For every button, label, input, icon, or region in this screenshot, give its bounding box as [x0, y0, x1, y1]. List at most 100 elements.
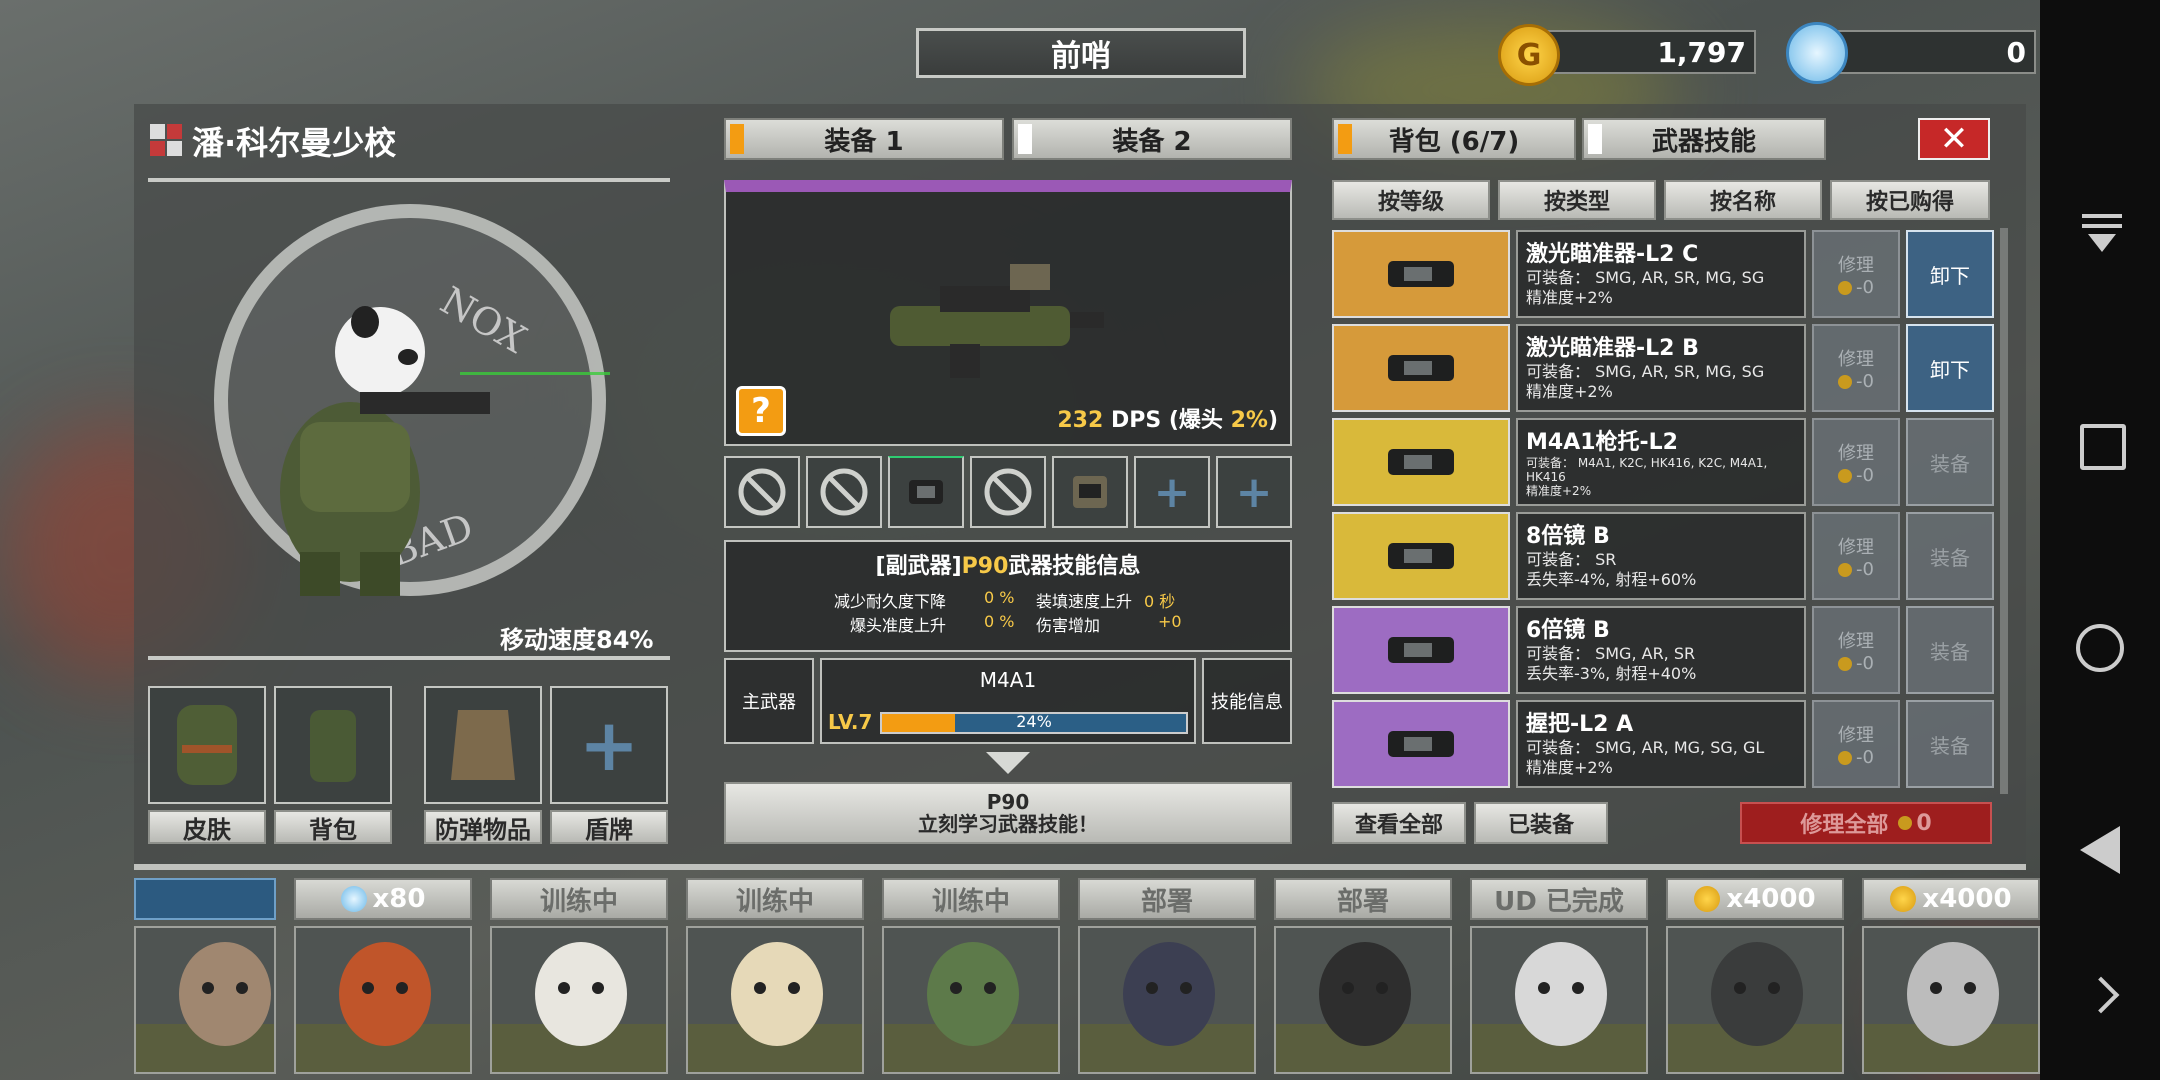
- primary-weapon-tag-text: 主武器: [742, 692, 796, 713]
- squad-member-card[interactable]: [1078, 926, 1256, 1074]
- repair-all-button[interactable]: 修理全部 0: [1740, 802, 1992, 844]
- primary-weapon-name: M4A1: [979, 668, 1037, 692]
- expand-arrow-icon[interactable]: [2082, 976, 2120, 1014]
- squad-portrait: [1080, 942, 1254, 1072]
- shield-slot[interactable]: +: [550, 686, 668, 804]
- tab-weapon-skill[interactable]: 武器技能: [1582, 118, 1826, 160]
- close-button[interactable]: ✕: [1918, 118, 1990, 160]
- backpack-slot[interactable]: [274, 686, 392, 804]
- repair-button[interactable]: 修理 -0: [1812, 606, 1900, 694]
- item-thumbnail: [1332, 324, 1510, 412]
- equip-button[interactable]: 装备: [1906, 606, 1994, 694]
- unequip-button[interactable]: 卸下: [1906, 230, 1994, 318]
- equipped-label: 已装备: [1507, 813, 1574, 838]
- item-thumbnail: [1332, 700, 1510, 788]
- item-row[interactable]: 6倍镜 B 可装备： SMG, AR, SR 丢失率-3%, 射程+40% 修理 -0 装…: [1332, 606, 1994, 694]
- unequip-button[interactable]: 卸下: [1906, 324, 1994, 412]
- squad-status-label: x80: [294, 878, 472, 920]
- squad-label-text: x80: [372, 884, 426, 914]
- item-row[interactable]: 激光瞄准器-L2 C 可装备： SMG, AR, SR, MG, SG 精准度+2%…: [1332, 230, 1994, 318]
- squad-portrait: [492, 942, 666, 1072]
- tab-loadout-2[interactable]: 装备 2: [1012, 118, 1292, 160]
- sort-by-level[interactable]: 按等级: [1332, 180, 1490, 220]
- equipped-button[interactable]: 已装备: [1474, 802, 1608, 844]
- repair-button[interactable]: 修理 -0: [1812, 700, 1900, 788]
- squad-status-label: 部署: [1274, 878, 1452, 920]
- squad-status-label: x4000: [1666, 878, 1844, 920]
- repair-label: 修理: [1838, 536, 1874, 558]
- attachment-slot-laser[interactable]: [888, 456, 964, 528]
- item-row[interactable]: 激光瞄准器-L2 B 可装备： SMG, AR, SR, MG, SG 精准度+2%…: [1332, 324, 1994, 412]
- squad-portrait: [1864, 942, 2038, 1072]
- tab-backpack[interactable]: 背包 (6/7): [1332, 118, 1576, 160]
- equip-button[interactable]: 装备: [1906, 512, 1994, 600]
- sort-by-owned[interactable]: 按已购得: [1830, 180, 1990, 220]
- gold-coin-icon: G: [1498, 24, 1560, 86]
- equip-button[interactable]: 装备: [1906, 700, 1994, 788]
- attachment-slot-sight[interactable]: [1052, 456, 1128, 528]
- attachment-slot-empty-2[interactable]: +: [1216, 456, 1292, 528]
- action-label: 装备: [1930, 545, 1970, 570]
- recent-apps-icon[interactable]: [2080, 424, 2126, 470]
- item-compat: 可装备： SMG, AR, SR, MG, SG: [1526, 362, 1765, 381]
- squad-label-text: 训练中: [931, 886, 1010, 917]
- divider-mid: [148, 656, 670, 660]
- repair-button[interactable]: 修理 -0: [1812, 230, 1900, 318]
- squad-status-label: 训练中: [490, 878, 668, 920]
- laser-sight-icon: [909, 480, 943, 504]
- tab-weapon-skill-label: 武器技能: [1651, 126, 1756, 157]
- skin-slot[interactable]: [148, 686, 266, 804]
- home-icon[interactable]: [2076, 624, 2124, 672]
- gem-amount: 0: [2006, 36, 2026, 69]
- skill-weapon-name: P90: [961, 554, 1009, 579]
- shield-label-text: 盾牌: [585, 815, 633, 844]
- squad-member-card[interactable]: [134, 926, 276, 1074]
- equip-button[interactable]: 装备: [1906, 418, 1994, 506]
- squad-member-card[interactable]: [1470, 926, 1648, 1074]
- skin-label: 皮肤: [148, 810, 266, 844]
- item-info: 6倍镜 B 可装备： SMG, AR, SR 丢失率-3%, 射程+40%: [1516, 606, 1806, 694]
- attachment-icon: [1388, 355, 1454, 381]
- squad-member-card[interactable]: [882, 926, 1060, 1074]
- skill-label: 伤害增加: [1036, 616, 1101, 635]
- notification-pull-icon[interactable]: [2082, 214, 2122, 258]
- list-scrollbar[interactable]: [2000, 228, 2008, 794]
- squad-member-card[interactable]: [1862, 926, 2040, 1074]
- squad-member-card[interactable]: [1666, 926, 1844, 1074]
- attachment-slot-blocked-1[interactable]: [724, 456, 800, 528]
- squad-strip-divider: [134, 864, 2026, 870]
- location-title: 前哨: [916, 28, 1246, 78]
- item-name: 握把-L2 A: [1526, 712, 1634, 737]
- item-compat: 可装备： SMG, AR, SR: [1526, 644, 1696, 663]
- item-thumbnail: [1332, 606, 1510, 694]
- squad-member-card[interactable]: [490, 926, 668, 1074]
- repair-button[interactable]: 修理 -0: [1812, 512, 1900, 600]
- learn-skill-weapon: P90: [986, 790, 1030, 814]
- item-row[interactable]: 8倍镜 B 可装备： SR 丢失率-4%, 射程+60% 修理 -0 装备: [1332, 512, 1994, 600]
- primary-weapon-card[interactable]: M4A1 LV.7 24%: [820, 658, 1196, 744]
- sort-by-type[interactable]: 按类型: [1498, 180, 1656, 220]
- learn-skill-button[interactable]: P90 立刻学习武器技能！: [724, 782, 1292, 844]
- view-all-button[interactable]: 查看全部: [1332, 802, 1466, 844]
- back-icon[interactable]: [2080, 826, 2120, 874]
- coin-icon: [1838, 280, 1853, 295]
- sort-by-name[interactable]: 按名称: [1664, 180, 1822, 220]
- armor-slot[interactable]: [424, 686, 542, 804]
- repair-button[interactable]: 修理 -0: [1812, 324, 1900, 412]
- item-row[interactable]: 握把-L2 A 可装备： SMG, AR, MG, SG, GL 精准度+2% 修理 -…: [1332, 700, 1994, 788]
- item-row[interactable]: M4A1枪托-L2 可装备： M4A1, K2C, HK416, K2C, M4A…: [1332, 418, 1994, 506]
- squad-member-card[interactable]: [686, 926, 864, 1074]
- help-button[interactable]: ?: [736, 386, 786, 436]
- weapon-preview: ? 232 DPS (爆头 2%): [724, 180, 1292, 446]
- repair-cost: -0: [1856, 276, 1874, 298]
- attachment-slot-blocked-3[interactable]: [970, 456, 1046, 528]
- sort-by-name-label: 按名称: [1709, 190, 1776, 215]
- repair-button[interactable]: 修理 -0: [1812, 418, 1900, 506]
- squad-member-card[interactable]: [294, 926, 472, 1074]
- skill-info-button[interactable]: 技能信息: [1202, 658, 1292, 744]
- tab-loadout-1[interactable]: 装备 1: [724, 118, 1004, 160]
- squad-member-card[interactable]: [1274, 926, 1452, 1074]
- coin-icon: [1694, 886, 1721, 912]
- attachment-slot-blocked-2[interactable]: [806, 456, 882, 528]
- attachment-slot-empty-1[interactable]: +: [1134, 456, 1210, 528]
